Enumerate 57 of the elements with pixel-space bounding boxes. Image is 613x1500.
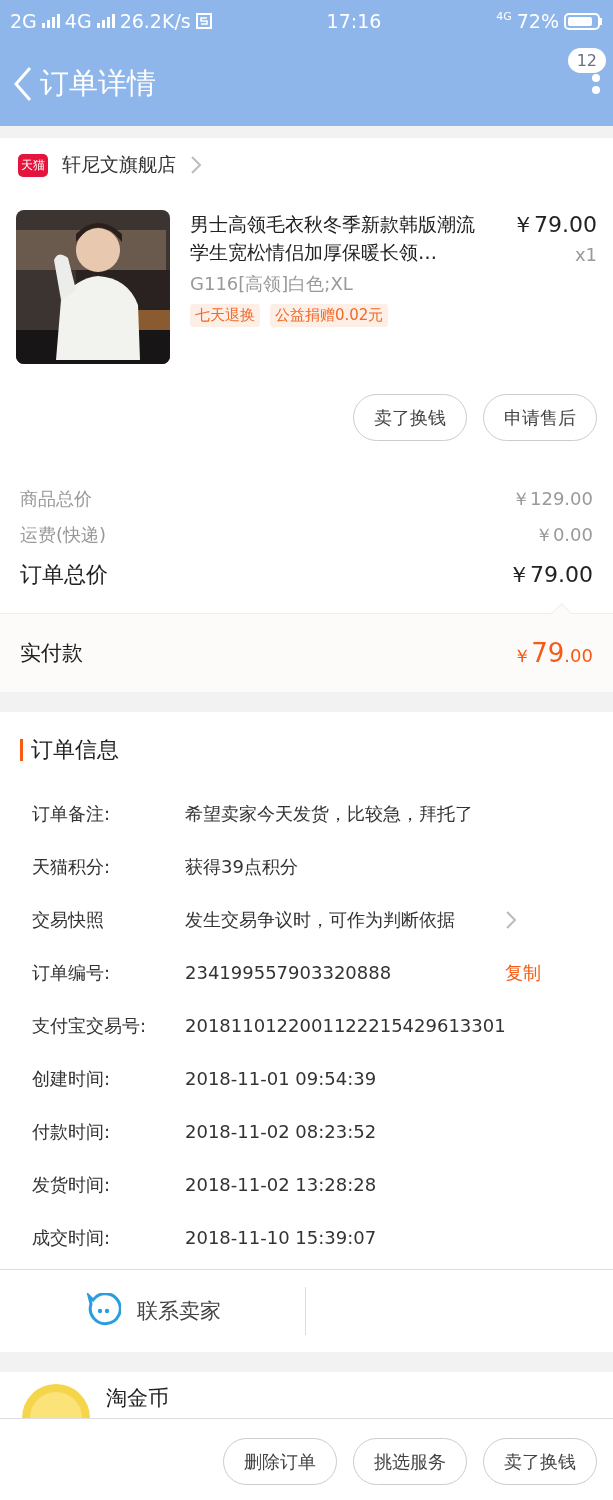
action-button[interactable]: 卖了换钱 bbox=[483, 1438, 597, 1485]
info-value: 2018-11-02 13:28:28 bbox=[185, 1173, 378, 1197]
signal-icon bbox=[96, 14, 115, 28]
shop-name[interactable]: 轩尼文旗舰店 bbox=[62, 152, 176, 178]
service-tag: 七天退换 bbox=[190, 304, 260, 327]
info-label: 订单备注: bbox=[32, 802, 112, 826]
network-label: 4G bbox=[64, 10, 92, 32]
action-button[interactable]: 挑选服务 bbox=[353, 1438, 467, 1485]
price-text: ￥79.00 bbox=[512, 211, 597, 239]
signal-icon bbox=[41, 14, 60, 28]
speed-text: 26.2K/s bbox=[119, 10, 191, 32]
info-label: 付款时间: bbox=[32, 1120, 112, 1144]
network-label: 2G bbox=[10, 10, 37, 32]
sku-text: G116[高领]白色;XL bbox=[190, 272, 354, 296]
more-icon[interactable] bbox=[591, 74, 601, 94]
info-value: 发生交易争议时，可作为判断依据 bbox=[185, 908, 456, 932]
action-button[interactable]: 删除订单 bbox=[223, 1438, 337, 1485]
info-label: 支付宝交易号: bbox=[32, 1014, 148, 1038]
price-label: 订单总价 bbox=[20, 561, 108, 589]
chevron-right-icon[interactable] bbox=[505, 910, 517, 930]
quantity-text: x1 bbox=[573, 244, 597, 265]
info-value: 希望卖家今天发货，比较急，拜托了 bbox=[185, 802, 474, 826]
price-label: 商品总价 bbox=[20, 487, 92, 511]
paid-label: 实付款 bbox=[20, 640, 83, 667]
info-value: 获得39点积分 bbox=[185, 855, 299, 879]
info-label: 交易快照 bbox=[32, 908, 105, 932]
info-value: 2018-11-10 15:39:07 bbox=[185, 1226, 378, 1250]
chevron-right-icon bbox=[190, 155, 202, 175]
product-title[interactable]: 男士高领毛衣秋冬季新款韩版潮流学生宽松情侣加厚保暖长领… bbox=[190, 210, 492, 266]
info-label: 订单编号: bbox=[32, 961, 112, 985]
notification-icon bbox=[195, 13, 212, 29]
count-badge: 12 bbox=[567, 48, 606, 73]
price-value: ￥129.00 bbox=[512, 487, 593, 511]
action-button[interactable]: 申请售后 bbox=[483, 394, 597, 441]
info-label: 创建时间: bbox=[32, 1067, 112, 1091]
info-label: 成交时间: bbox=[32, 1226, 112, 1250]
page-title: 订单详情 bbox=[40, 65, 156, 102]
info-value: 234199557903320888 bbox=[185, 961, 393, 985]
back-icon[interactable] bbox=[12, 65, 32, 103]
price-value: ￥0.00 bbox=[534, 523, 593, 547]
info-value: 2018110122001122215429613301 bbox=[185, 1014, 505, 1038]
info-label: 发货时间: bbox=[32, 1173, 112, 1197]
clock-text: 17:16 bbox=[326, 10, 382, 32]
info-label: 天猫积分: bbox=[32, 855, 112, 879]
battery-icon bbox=[564, 12, 603, 30]
section-title: 订单信息 bbox=[31, 736, 119, 764]
info-value: 2018-11-02 08:23:52 bbox=[185, 1120, 378, 1144]
info-value: 2018-11-01 09:54:39 bbox=[185, 1067, 378, 1091]
action-button[interactable]: 卖了换钱 bbox=[353, 394, 467, 441]
price-value: ￥79.00 bbox=[508, 561, 593, 589]
paid-amount: ￥79.00 bbox=[513, 638, 593, 668]
coin-label: 淘金币 bbox=[106, 1385, 169, 1412]
network-label: 4G bbox=[496, 10, 512, 23]
service-tag: 公益捐赠0.02元 bbox=[270, 304, 389, 327]
price-label: 运费(快递) bbox=[20, 523, 107, 547]
store-logo: 天猫 bbox=[18, 153, 48, 177]
battery-text: 72% bbox=[516, 10, 559, 32]
